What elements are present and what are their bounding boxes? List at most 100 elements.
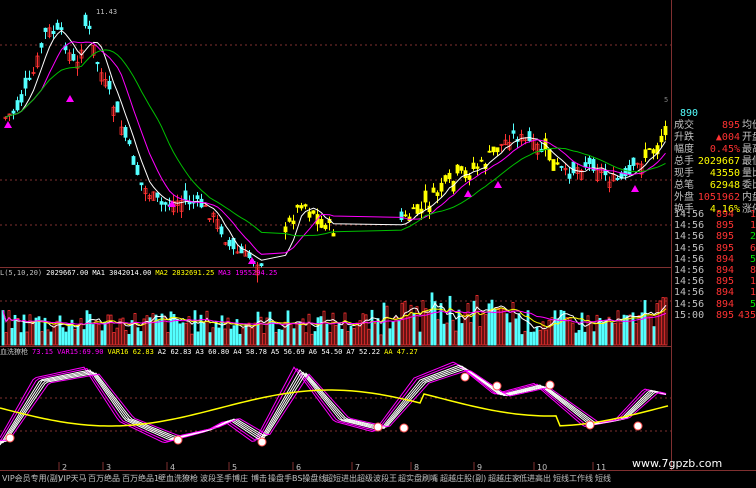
candle-body	[55, 22, 60, 30]
tick-volume: 435	[737, 309, 756, 321]
volume-bar	[277, 329, 281, 346]
volume-bar	[157, 320, 161, 346]
indicator-value: MA3 1955294.25	[218, 269, 278, 277]
volume-bar	[316, 317, 320, 346]
quote-row: 外盘1051962内盘	[672, 192, 756, 204]
indicator-tab[interactable]: 短线工作线	[553, 473, 593, 485]
axis-label: 5	[232, 463, 237, 470]
volume-bar	[103, 321, 107, 346]
tick-price: 895	[716, 276, 735, 288]
ma-line	[5, 41, 666, 255]
axis-label: 6	[296, 463, 301, 470]
volume-bar	[619, 322, 623, 346]
indicator-tab[interactable]: 超短进出	[325, 473, 357, 485]
indicator-tab[interactable]: 操盘手BS操盘线	[268, 473, 326, 485]
volume-bar	[313, 331, 317, 346]
buy-signal-triangle-icon	[4, 121, 12, 128]
tick-time: 14:56	[674, 231, 705, 243]
indicator-tab[interactable]: 百万绝品	[88, 473, 120, 485]
indicator-value: A7 52.22	[346, 348, 381, 356]
candle-body	[295, 204, 300, 208]
tick-price: 894	[716, 265, 735, 276]
tick-row: 14:56 895 6	[672, 243, 756, 255]
quote-panel: 890 成交895均价升跌▲004开盘幅度0.45%最高总手2029667最低现…	[672, 0, 756, 321]
signal-dot-icon	[545, 380, 555, 390]
volume-bar	[250, 327, 254, 346]
signal-dot-icon	[585, 420, 595, 430]
volume-bar	[292, 328, 296, 346]
candle-body	[455, 164, 460, 174]
indicator-value: AA 47.27	[384, 348, 418, 356]
indicator-value: A2 62.83	[157, 348, 192, 356]
buy-signal-triangle-icon	[464, 190, 472, 197]
volume-bar	[544, 329, 548, 346]
indicator-tab[interactable]: VIP天马	[58, 473, 87, 485]
date-axis: 2 3 4 5 6 7 8 9 10 11	[58, 462, 606, 470]
tick-price: 894	[716, 253, 735, 265]
volume-ma-lines	[2, 302, 667, 330]
candle-body	[227, 239, 232, 247]
candle-body	[59, 27, 64, 30]
indicator-value: VAR16 62.83	[107, 348, 154, 356]
tick-volume: 5	[749, 298, 756, 310]
candle-body	[195, 195, 200, 200]
indicator-value: A3 60.80	[195, 348, 230, 356]
tick-price: 895	[716, 231, 735, 243]
volume-bar	[10, 327, 14, 346]
volume-bar	[172, 314, 176, 346]
tick-row: 14:56 895 1	[672, 276, 756, 288]
volume-bar	[304, 332, 308, 346]
volume-bar	[289, 324, 293, 346]
volume-bar	[397, 320, 401, 346]
indicator-tab[interactable]: 低进高出	[519, 473, 551, 485]
indicator-tab[interactable]: 超实盘刷嘴	[398, 473, 438, 485]
axis-label: 9	[477, 463, 482, 470]
volume-indicator-line: L(5,10,20) 2029667.00 MA1 3042014.00 MA2 28…	[0, 268, 281, 279]
volume-bar	[529, 331, 533, 346]
signal-dot-icon	[633, 421, 643, 431]
indicator-tab[interactable]: 超越庄家	[488, 473, 520, 485]
candle-body	[115, 101, 120, 113]
tick-time: 14:56	[674, 242, 705, 254]
candle-body	[491, 146, 496, 153]
volume-bar	[307, 313, 311, 346]
indicator-tab[interactable]: 百万绝品1	[122, 473, 159, 485]
volume-bar	[526, 310, 530, 346]
indicator-tab[interactable]: VIP会员专用(副)	[2, 473, 61, 485]
volume-bar	[61, 327, 65, 346]
candle-body	[479, 159, 484, 162]
candle-body	[447, 172, 452, 180]
volume-bar	[79, 318, 83, 346]
quote-extra-label: 内盘	[742, 192, 756, 203]
candle-body	[439, 182, 444, 192]
quote-extra-label: 均价	[742, 120, 756, 131]
side-marker: 5	[664, 96, 669, 104]
candle-body	[647, 148, 652, 151]
volume-bar	[472, 300, 476, 346]
indicator-tab[interactable]: 超级波段王	[357, 473, 397, 485]
tick-volume: 1	[749, 209, 756, 220]
volume-bar	[652, 326, 656, 346]
volume-bar	[205, 310, 209, 346]
candle-body	[107, 80, 112, 90]
volume-bar	[154, 314, 158, 346]
volume-bar	[475, 295, 479, 346]
indicator-tab[interactable]: 博庄	[232, 473, 248, 485]
indicator-value: MA2 2832691.25	[155, 269, 215, 277]
volume-bar	[412, 312, 416, 346]
indicator-tab[interactable]: 博击	[251, 473, 267, 485]
indicator-tab[interactable]: 壁血洗獠枪	[158, 473, 198, 485]
volume-bar	[295, 322, 299, 346]
indicator-tab[interactable]: 短线	[595, 473, 611, 485]
volume-bar	[193, 310, 197, 346]
volume-bar	[58, 315, 62, 346]
volume-bar	[91, 324, 95, 346]
quote-value: ▲004	[715, 132, 740, 143]
volume-ma-line	[2, 302, 667, 330]
oscillator-indicator-line: 血洗獠枪 73.15 VAR15:69.90 VAR16 62.83 A2 62.83 A…	[0, 347, 422, 358]
kline-chart-area[interactable]: 2 3 4 5 6 7 8 9 10 11	[0, 0, 672, 470]
tick-time: 15:00	[674, 309, 705, 321]
indicator-tab[interactable]: 超越庄股(副)	[440, 473, 486, 485]
volume-bar	[136, 327, 140, 346]
indicator-tab[interactable]: 波段圣手	[200, 473, 232, 485]
